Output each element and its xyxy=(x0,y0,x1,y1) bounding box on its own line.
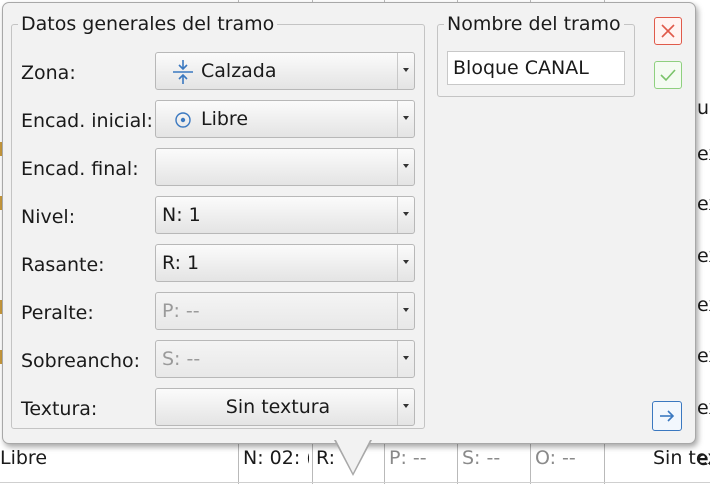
chevron-down-icon[interactable] xyxy=(397,197,414,233)
table-cell[interactable]: Sin tex xyxy=(653,447,710,469)
tramo-popup: Datos generales del tramo Nombre del tra… xyxy=(2,2,696,444)
popup-pointer-fill xyxy=(336,440,370,473)
textura-combo[interactable]: Sin textura xyxy=(155,388,415,426)
table-cell-fragment: ur xyxy=(697,97,710,119)
chevron-down-icon[interactable] xyxy=(397,245,414,281)
encad-final-label: Encad. final: xyxy=(21,158,139,180)
encad-inicial-label: Encad. inicial: xyxy=(21,110,153,132)
table-cell-fragment: ex xyxy=(697,143,710,165)
rasante-value: R: 1 xyxy=(162,252,200,274)
table-cell-fragment: ex xyxy=(697,397,710,419)
encad-final-combo[interactable] xyxy=(155,148,415,186)
chevron-down-icon[interactable] xyxy=(397,341,414,377)
peralte-label: Peralte: xyxy=(21,302,94,324)
nivel-combo[interactable]: N: 1 xyxy=(155,196,415,234)
rasante-combo[interactable]: R: 1 xyxy=(155,244,415,282)
name-group-title: Nombre del tramo xyxy=(447,13,621,35)
check-icon xyxy=(659,67,677,87)
peralte-combo[interactable]: P: -- xyxy=(155,292,415,330)
close-icon xyxy=(660,23,676,43)
tramo-name-input[interactable]: Bloque CANAL xyxy=(447,51,625,85)
chevron-down-icon[interactable] xyxy=(397,389,414,425)
table-cell[interactable]: P: -- xyxy=(389,447,427,469)
sobreancho-label: Sobreancho: xyxy=(21,350,141,372)
table-cell[interactable]: Libre xyxy=(0,447,47,469)
chevron-down-icon[interactable] xyxy=(397,293,414,329)
peralte-value: P: -- xyxy=(162,300,200,322)
table-cell-fragment: ex xyxy=(697,345,710,367)
zona-value: Calzada xyxy=(201,60,277,82)
next-button[interactable] xyxy=(652,401,682,431)
textura-label: Textura: xyxy=(21,398,98,420)
table-cell[interactable]: R: xyxy=(316,447,335,469)
sobreancho-combo[interactable]: S: -- xyxy=(155,340,415,378)
chevron-down-icon[interactable] xyxy=(397,101,414,137)
table-cell-fragment: ex xyxy=(697,193,710,215)
table-cell-fragment: ex xyxy=(697,294,710,316)
table-cell[interactable]: O: -- xyxy=(535,447,576,469)
encad-inicial-combo[interactable]: Libre xyxy=(155,100,415,138)
accept-button[interactable] xyxy=(654,61,682,89)
cancel-button[interactable] xyxy=(654,17,682,45)
general-group-title: Datos generales del tramo xyxy=(21,13,275,35)
rasante-label: Rasante: xyxy=(21,254,105,276)
chevron-down-icon[interactable] xyxy=(397,149,414,185)
arrow-right-icon xyxy=(658,407,676,429)
chevron-down-icon[interactable] xyxy=(397,53,414,89)
nivel-value: N: 1 xyxy=(162,204,201,226)
table-divider xyxy=(0,482,710,483)
table-cell-fragment: ex xyxy=(697,245,710,267)
nivel-label: Nivel: xyxy=(21,206,76,228)
encad-inicial-value: Libre xyxy=(201,108,249,130)
zona-label: Zona: xyxy=(21,62,76,84)
table-cell[interactable]: S: -- xyxy=(462,447,500,469)
zona-combo[interactable]: Calzada xyxy=(155,52,415,90)
circle-target-icon xyxy=(174,111,192,133)
textura-value: Sin textura xyxy=(225,396,331,418)
table-cell[interactable]: N: 02: ( xyxy=(243,447,309,469)
zona-calzada-icon xyxy=(170,59,196,89)
tramo-name-value: Bloque CANAL xyxy=(453,57,589,79)
sobreancho-value: S: -- xyxy=(162,348,201,370)
